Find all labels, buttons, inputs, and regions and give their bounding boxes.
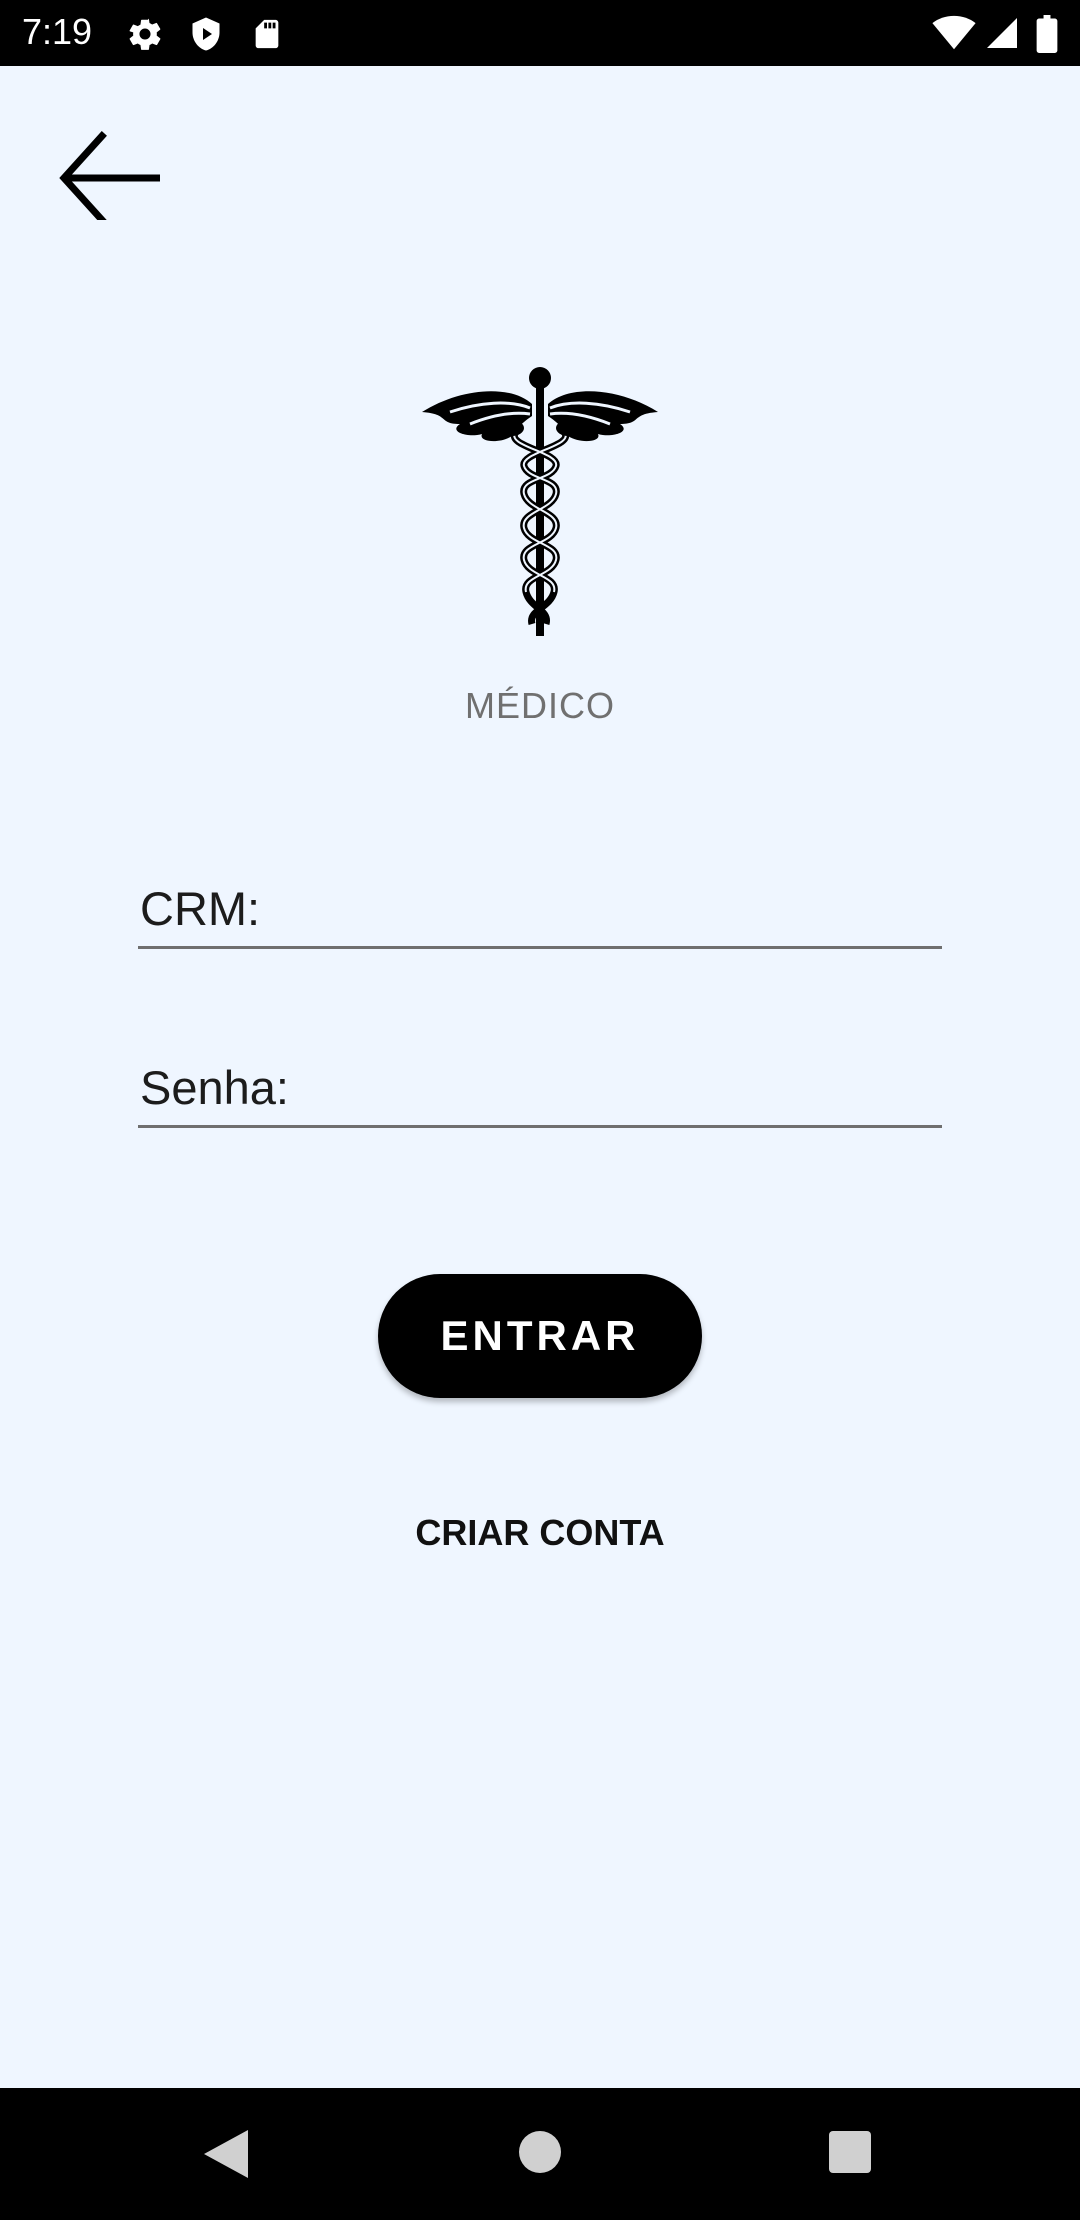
arrow-left-icon [59, 131, 162, 225]
shield-play-icon [188, 15, 224, 58]
nav-recents-icon[interactable] [828, 2130, 872, 2179]
cell-signal-icon [984, 15, 1020, 56]
gear-icon [126, 15, 164, 58]
login-screen: 7:19 MÉDICO CRM: Senha: ENTRAR CRIAR CON… [0, 0, 1080, 2220]
back-button[interactable] [50, 120, 180, 240]
wifi-icon [932, 15, 976, 56]
login-button[interactable]: ENTRAR [378, 1274, 702, 1398]
senha-field[interactable]: Senha: [138, 1045, 942, 1128]
crm-input[interactable] [288, 880, 942, 938]
nav-home-icon[interactable] [518, 2130, 562, 2179]
battery-icon [1036, 15, 1058, 58]
crm-label: CRM: [140, 882, 261, 935]
status-time: 7:19 [22, 11, 93, 52]
role-label: MÉDICO [465, 685, 615, 726]
nav-back-icon[interactable] [200, 2128, 250, 2185]
crm-field[interactable]: CRM: [138, 866, 942, 949]
sd-card-icon [250, 15, 284, 58]
create-account-button[interactable]: CRIAR CONTA [0, 1512, 1080, 1554]
status-bar: 7:19 [0, 0, 1080, 66]
caduceus-icon [420, 362, 660, 642]
navigation-bar [0, 2088, 1080, 2220]
senha-input[interactable] [308, 1059, 942, 1117]
senha-label: Senha: [140, 1061, 289, 1114]
